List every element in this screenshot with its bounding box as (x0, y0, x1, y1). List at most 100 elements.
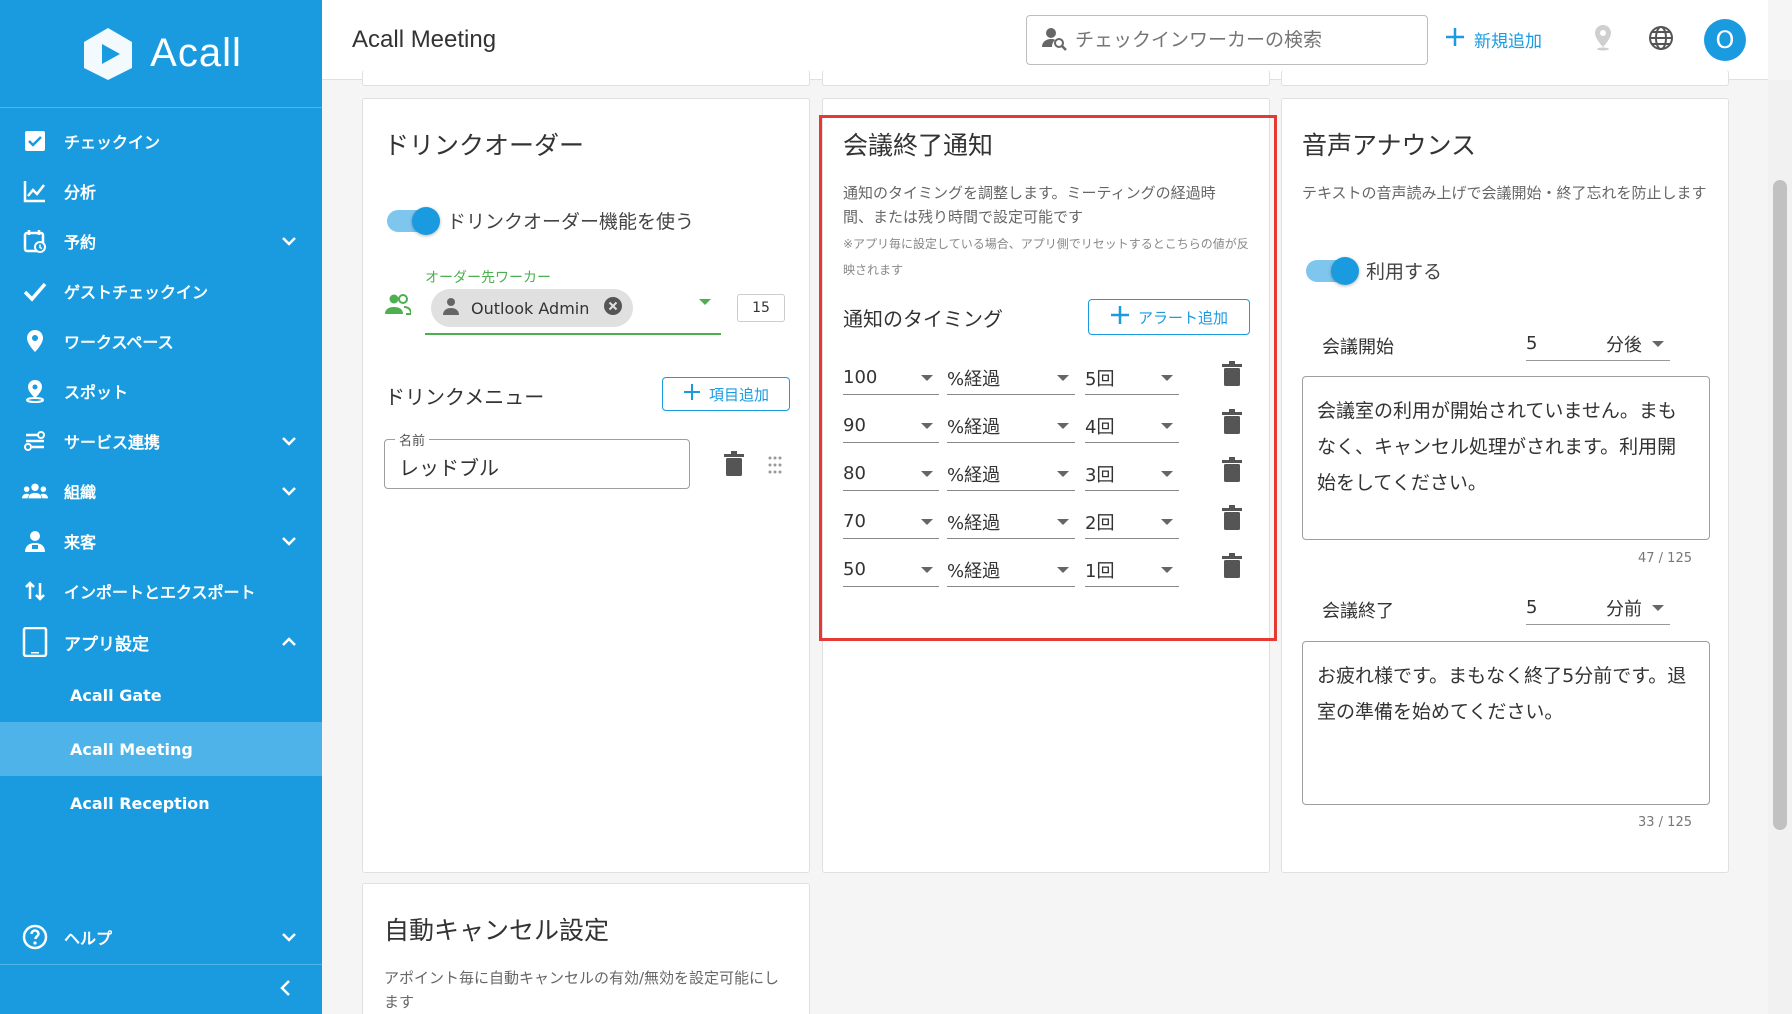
card-title: ドリンクオーダー (384, 131, 585, 160)
timing-unit-select[interactable]: %経過 (947, 505, 1075, 539)
timing-count-select[interactable]: 2回 (1085, 505, 1179, 539)
timing-unit-select[interactable]: %経過 (947, 409, 1075, 443)
sidebar-item-analytics[interactable]: 分析 (0, 166, 322, 216)
card-remnant (362, 70, 810, 86)
quantity-input[interactable]: 15 (737, 294, 785, 322)
timing-count-select[interactable]: 1回 (1085, 553, 1179, 587)
start-message-textarea[interactable]: 会議室の利用が開始されていません。まもなく、キャンセル処理がされます。利用開始を… (1302, 376, 1710, 540)
dropdown-caret-icon (1161, 566, 1173, 573)
timing-unit-select[interactable]: %経過 (947, 361, 1075, 395)
sidebar-item-spot[interactable]: スポット (0, 366, 322, 416)
card-title: 音声アナウンス (1302, 131, 1477, 160)
plus-icon (683, 383, 701, 405)
select-value: %経過 (947, 368, 1001, 390)
chevron-down-icon (280, 928, 298, 946)
trash-icon[interactable] (1221, 409, 1245, 435)
timing-value-select[interactable]: 50 (843, 553, 939, 587)
sidebar-item-label: 予約 (64, 233, 97, 252)
card-title: 自動キャンセル設定 (384, 916, 610, 945)
drag-handle-icon[interactable] (767, 455, 783, 479)
timing-unit-select[interactable]: %経過 (947, 553, 1075, 587)
timing-count-select[interactable]: 3回 (1085, 457, 1179, 491)
plus-icon (1444, 26, 1466, 53)
sidebar-item-help[interactable]: ヘルプ (0, 912, 322, 962)
add-alert-button[interactable]: アラート追加 (1088, 299, 1250, 335)
trash-icon[interactable] (723, 451, 747, 477)
search-box[interactable] (1026, 14, 1428, 65)
sidebar-subitem-acall-reception[interactable]: Acall Reception (0, 776, 322, 830)
timing-value-select[interactable]: 70 (843, 505, 939, 539)
select-value: %経過 (947, 464, 1001, 486)
dropdown-caret-icon (921, 470, 933, 477)
sidebar-subitem-acall-meeting[interactable]: Acall Meeting (0, 722, 322, 776)
sidebar-item-app-settings[interactable]: アプリ設定 (0, 616, 322, 668)
sidebar-subitem-acall-gate[interactable]: Acall Gate (0, 668, 322, 722)
trash-icon[interactable] (1221, 361, 1245, 387)
sidebar-item-visitor[interactable]: 来客 (0, 516, 322, 566)
end-unit-select[interactable]: 分前 (1590, 591, 1670, 625)
trash-icon[interactable] (1221, 457, 1245, 483)
brand-logo[interactable]: Acall (0, 0, 322, 108)
chevron-down-icon (280, 432, 298, 450)
integration-icon (22, 428, 48, 454)
end-char-counter: 33 / 125 (1638, 815, 1692, 830)
trash-icon[interactable] (1221, 553, 1245, 579)
group-icon (385, 293, 413, 319)
sidebar-item-workspace[interactable]: ワークスペース (0, 316, 322, 366)
select-value: %経過 (947, 416, 1001, 438)
select-value: 50 (843, 559, 866, 580)
dropdown-caret-icon (1161, 422, 1173, 429)
end-minutes-input[interactable]: 5 (1526, 591, 1590, 625)
start-unit-select[interactable]: 分後 (1590, 327, 1670, 361)
user-avatar[interactable]: O (1704, 18, 1746, 61)
location-button[interactable] (1588, 24, 1618, 55)
sidebar-item-guest-checkin[interactable]: ゲストチェックイン (0, 266, 322, 316)
timing-count-select[interactable]: 4回 (1085, 409, 1179, 443)
start-char-counter: 47 / 125 (1638, 551, 1692, 566)
chart-icon (22, 178, 48, 204)
sidebar-item-label: 来客 (64, 533, 97, 552)
page-title: Acall Meeting (352, 25, 497, 53)
sidebar-item-checkin[interactable]: チェックイン (0, 116, 322, 166)
sidebar-item-label: インポートとエクスポート (64, 583, 256, 602)
input-value: 5 (1526, 333, 1538, 354)
timing-value-select[interactable]: 80 (843, 457, 939, 491)
add-new-label: 新規追加 (1474, 32, 1542, 52)
location-pin-icon (22, 328, 48, 354)
drink-order-toggle[interactable] (387, 206, 440, 235)
search-input[interactable] (1075, 28, 1405, 51)
plus-icon (1110, 305, 1130, 329)
globe-icon (1647, 24, 1675, 56)
card-note: ※アプリ毎に設定している場合、アプリ側でリセットするとこちらの値が反映されます (843, 237, 1249, 277)
sidebar-item-integration[interactable]: サービス連携 (0, 416, 322, 466)
timing-count-select[interactable]: 5回 (1085, 361, 1179, 395)
timing-value-select[interactable]: 100 (843, 361, 939, 395)
sidebar-collapse-button[interactable] (0, 964, 322, 1014)
timing-value-select[interactable]: 90 (843, 409, 939, 443)
scrollbar[interactable] (1768, 80, 1792, 1014)
drink-name-field[interactable]: 名前 レッドブル (384, 430, 690, 489)
check-icon (22, 278, 48, 304)
select-value: %経過 (947, 512, 1001, 534)
voice-toggle[interactable] (1306, 256, 1359, 285)
language-button[interactable] (1646, 25, 1676, 55)
name-field-value: レッドブル (399, 456, 499, 480)
add-item-button[interactable]: 項目追加 (662, 377, 790, 411)
acall-logo-icon (80, 26, 136, 82)
end-message-textarea[interactable]: お疲れ様です。まもなく終了5分前です。退室の準備を始めてください。 (1302, 641, 1710, 805)
worker-chip[interactable]: Outlook Admin (431, 289, 633, 327)
start-label: 会議開始 (1322, 337, 1394, 358)
sidebar-item-reservation[interactable]: 予約 (0, 216, 322, 266)
trash-icon[interactable] (1221, 505, 1245, 531)
worker-dropdown-button[interactable] (699, 299, 717, 305)
sidebar-item-organization[interactable]: 組織 (0, 466, 322, 516)
scrollbar-thumb[interactable] (1773, 180, 1787, 830)
timing-unit-select[interactable]: %経過 (947, 457, 1075, 491)
dropdown-caret-icon (1161, 374, 1173, 381)
add-new-button[interactable]: 新規追加 (1444, 26, 1542, 53)
add-item-label: 項目追加 (708, 385, 769, 404)
sidebar-item-import-export[interactable]: インポートとエクスポート (0, 566, 322, 616)
close-circle-icon[interactable] (603, 296, 623, 320)
start-minutes-input[interactable]: 5 (1526, 327, 1590, 361)
sidebar-item-label: チェックイン (64, 133, 161, 152)
